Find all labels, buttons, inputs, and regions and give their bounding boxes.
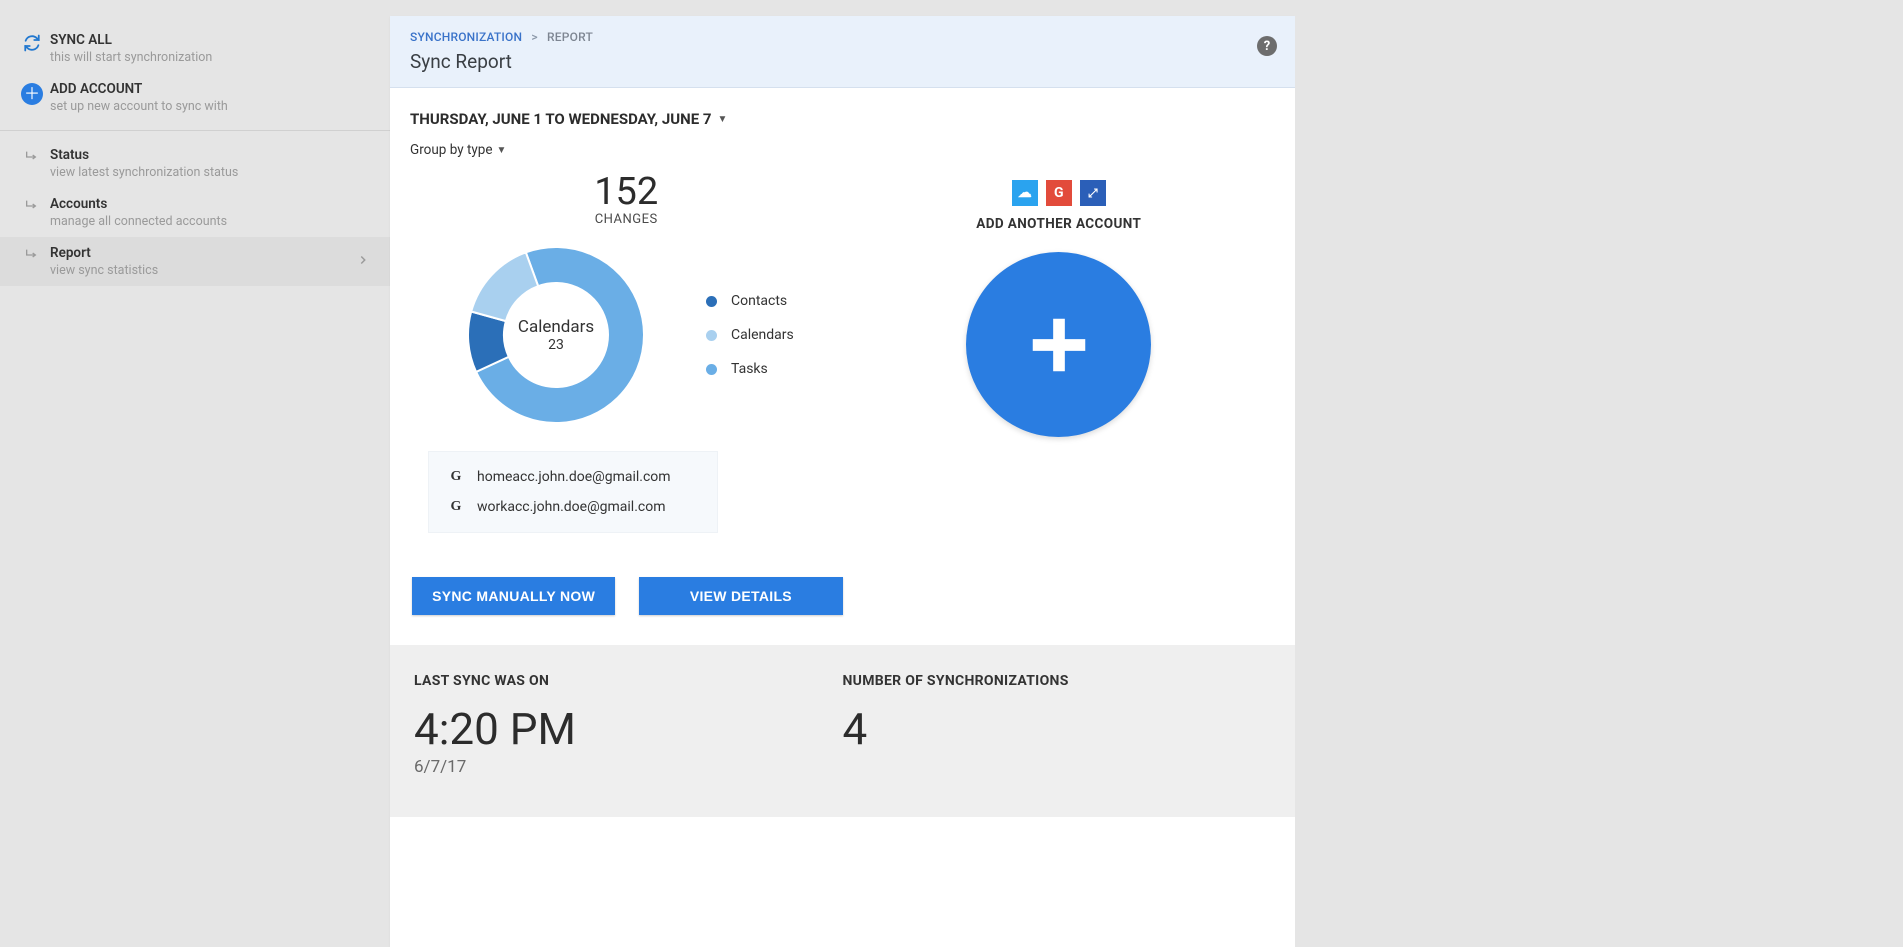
breadcrumb-separator: > — [531, 30, 537, 44]
content: THURSDAY, JUNE 1 TO WEDNESDAY, JUNE 7 ▼ … — [390, 88, 1295, 645]
sidebar-report-title: Report — [50, 245, 356, 261]
sidebar-accounts-subtitle: manage all connected accounts — [50, 214, 370, 229]
account-row[interactable]: Ghomeacc.john.doe@gmail.com — [443, 462, 703, 492]
arrow-sub-icon — [14, 147, 50, 165]
sidebar-item-sync-all[interactable]: SYNC ALL this will start synchronization — [0, 24, 390, 73]
sidebar-sync-all-title: SYNC ALL — [50, 32, 370, 48]
sidebar-accounts-title: Accounts — [50, 196, 370, 212]
legend-item-calendars[interactable]: Calendars — [706, 327, 794, 343]
accounts-list: Ghomeacc.john.doe@gmail.comGworkacc.john… — [428, 451, 718, 533]
main-panel: SYNCHRONIZATION > REPORT Sync Report ? T… — [390, 16, 1295, 947]
breadcrumb-current: REPORT — [547, 30, 593, 44]
breadcrumb: SYNCHRONIZATION > REPORT — [410, 30, 1275, 44]
provider-badges: ☁ G ⤢ — [1012, 180, 1106, 206]
num-sync-value: 4 — [843, 703, 1272, 755]
legend-dot-icon — [706, 364, 717, 375]
expand-provider-icon[interactable]: ⤢ — [1080, 180, 1106, 206]
add-another-account-label: ADD ANOTHER ACCOUNT — [843, 216, 1276, 232]
group-by-dropdown[interactable]: Group by type ▼ — [410, 142, 506, 158]
plus-circle-icon: ＋ — [14, 81, 50, 105]
last-sync-date: 6/7/17 — [414, 757, 843, 777]
donut-chart[interactable]: Calendars 23 — [466, 245, 646, 425]
sidebar-add-account-title: ADD ACCOUNT — [50, 81, 370, 97]
changes-count: 152 — [410, 170, 843, 214]
header: SYNCHRONIZATION > REPORT Sync Report ? — [390, 16, 1295, 88]
google-icon: G — [447, 468, 465, 486]
sidebar-status-title: Status — [50, 147, 370, 163]
help-icon[interactable]: ? — [1257, 36, 1277, 56]
sidebar-sync-all-subtitle: this will start synchronization — [50, 50, 370, 65]
sidebar-report-subtitle: view sync statistics — [50, 263, 356, 278]
donut-center-label: Calendars — [518, 317, 594, 337]
date-range-dropdown[interactable]: THURSDAY, JUNE 1 TO WEDNESDAY, JUNE 7 ▼ — [410, 110, 727, 128]
add-account-button[interactable] — [966, 252, 1151, 437]
breadcrumb-root[interactable]: SYNCHRONIZATION — [410, 30, 522, 44]
group-by-label: Group by type — [410, 142, 493, 158]
sidebar: SYNC ALL this will start synchronization… — [0, 0, 390, 947]
changes-label: CHANGES — [410, 212, 843, 227]
legend-item-contacts[interactable]: Contacts — [706, 293, 794, 309]
sidebar-item-accounts[interactable]: Accounts manage all connected accounts — [0, 188, 390, 237]
last-sync-label: LAST SYNC WAS ON — [414, 673, 843, 689]
sidebar-item-add-account[interactable]: ＋ ADD ACCOUNT set up new account to sync… — [0, 73, 390, 122]
sidebar-divider — [0, 130, 390, 131]
legend-item-tasks[interactable]: Tasks — [706, 361, 794, 377]
sidebar-item-report[interactable]: Report view sync statistics — [0, 237, 390, 286]
right-gutter — [1295, 0, 1903, 947]
arrow-sub-icon — [14, 245, 50, 263]
date-range-label: THURSDAY, JUNE 1 TO WEDNESDAY, JUNE 7 — [410, 110, 711, 128]
cloud-provider-icon[interactable]: ☁ — [1012, 180, 1038, 206]
sidebar-status-subtitle: view latest synchronization status — [50, 165, 370, 180]
legend-label: Tasks — [731, 361, 768, 377]
num-sync-label: NUMBER OF SYNCHRONIZATIONS — [843, 673, 1272, 689]
caret-down-icon: ▼ — [497, 145, 507, 156]
donut-center: Calendars 23 — [466, 245, 646, 425]
sync-manually-button[interactable]: SYNC MANUALLY NOW — [412, 577, 615, 615]
legend-label: Calendars — [731, 327, 794, 343]
last-sync-time: 4:20 PM — [414, 703, 843, 755]
arrow-sub-icon — [14, 196, 50, 214]
page-title: Sync Report — [410, 50, 1275, 73]
account-row[interactable]: Gworkacc.john.doe@gmail.com — [443, 492, 703, 522]
plus-icon — [1024, 310, 1094, 380]
sidebar-add-account-subtitle: set up new account to sync with — [50, 99, 370, 114]
bottom-stats: LAST SYNC WAS ON 4:20 PM 6/7/17 NUMBER O… — [390, 645, 1295, 817]
sidebar-item-status[interactable]: Status view latest synchronization statu… — [0, 139, 390, 188]
sync-icon — [14, 32, 50, 52]
account-email: homeacc.john.doe@gmail.com — [477, 469, 671, 485]
legend-label: Contacts — [731, 293, 787, 309]
legend-dot-icon — [706, 296, 717, 307]
legend-dot-icon — [706, 330, 717, 341]
chart-legend: Contacts Calendars Tasks — [706, 293, 794, 377]
google-provider-icon[interactable]: G — [1046, 180, 1072, 206]
caret-down-icon: ▼ — [717, 114, 727, 125]
chevron-right-icon — [356, 253, 370, 271]
donut-center-value: 23 — [548, 337, 564, 353]
account-email: workacc.john.doe@gmail.com — [477, 499, 666, 515]
google-icon: G — [447, 498, 465, 516]
view-details-button[interactable]: VIEW DETAILS — [639, 577, 842, 615]
